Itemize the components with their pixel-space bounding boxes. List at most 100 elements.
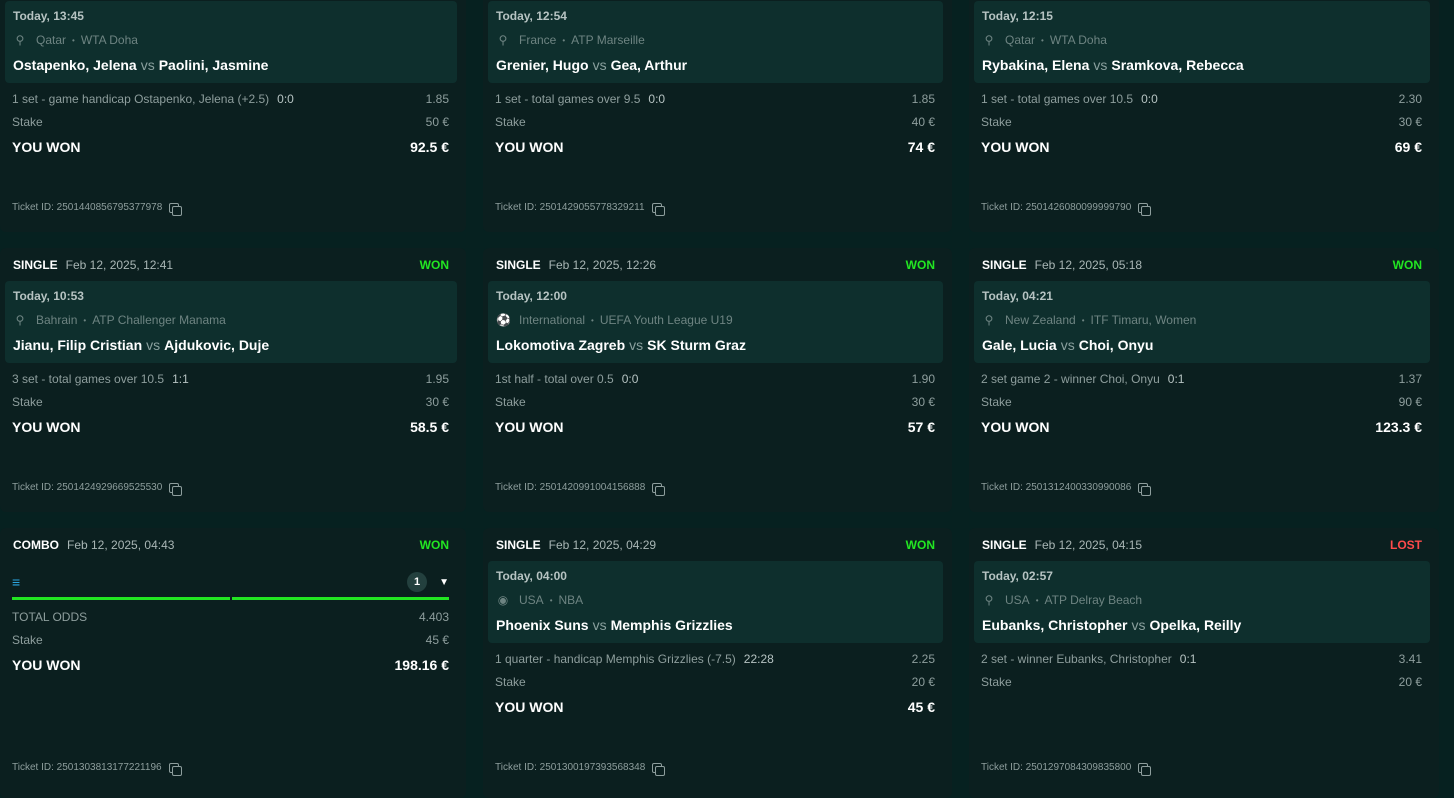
payout-value: 45 €: [907, 699, 935, 715]
bet-card[interactable]: SINGLE Feb 12, 2025, 12:41 WON Today, 10…: [0, 248, 466, 512]
event-league: ⚲ Bahrain • ATP Challenger Manama: [13, 313, 226, 327]
bet-card[interactable]: SINGLE Feb 12, 2025, 05:18 WON Today, 04…: [969, 248, 1439, 512]
ticket-id: Ticket ID: 2501429055778329211: [495, 202, 665, 216]
soccer-ball-icon: ⚽: [496, 313, 511, 327]
market-name: 1 quarter - handicap Memphis Grizzlies (…: [495, 652, 736, 666]
combo-selections-toggle[interactable]: ≡ 1 ▼: [5, 565, 449, 599]
result-label: YOU WON: [981, 419, 1050, 435]
event-teams: Grenier, Hugo vs Gea, Arthur: [496, 57, 687, 73]
market-name: 1 set - game handicap Ostapenko, Jelena …: [12, 92, 270, 106]
event-time: Today, 12:00: [496, 289, 567, 303]
event-league: ⚲ USA • ATP Delray Beach: [982, 593, 1143, 607]
bet-card[interactable]: SINGLE Feb 12, 2025, 04:15 LOST Today, 0…: [969, 528, 1439, 798]
vs-label: vs: [629, 337, 644, 353]
stake-label: Stake: [981, 675, 1012, 689]
bet-card-combo[interactable]: COMBO Feb 12, 2025, 04:43 WON ≡ 1 ▼ TOTA…: [0, 528, 466, 798]
bet-date: Feb 12, 2025, 04:43: [67, 538, 175, 552]
event-country: Bahrain: [36, 313, 78, 327]
bet-card[interactable]: SINGLE Feb 12, 2025, 12:26 WON Today, 12…: [483, 248, 952, 512]
event-league: ⚲ Qatar • WTA Doha: [13, 33, 138, 47]
event-tournament: WTA Doha: [80, 33, 138, 47]
bet-date: Feb 12, 2025, 12:26: [548, 258, 657, 272]
vs-label: vs: [592, 57, 607, 73]
bet-card[interactable]: Today, 12:15 ⚲ Qatar • WTA Doha Rybakina…: [969, 0, 1439, 232]
separator-dot: •: [1041, 35, 1044, 45]
away-team: Ajdukovic, Duje: [164, 337, 270, 353]
event-panel[interactable]: Today, 04:21 ⚲ New Zealand • ITF Timaru,…: [974, 281, 1430, 363]
event-country: Qatar: [1005, 33, 1036, 47]
market-odds: 1.37: [1398, 372, 1422, 386]
payout-line: YOU WON 57 €: [495, 419, 935, 435]
copy-icon[interactable]: [1138, 482, 1152, 496]
ticket-id-text: Ticket ID: 2501424929669525530: [12, 482, 163, 493]
payout-value: 74 €: [907, 139, 935, 155]
chevron-down-icon[interactable]: ▼: [439, 577, 449, 588]
bet-type: SINGLE: [13, 258, 58, 272]
bet-card[interactable]: SINGLE Feb 12, 2025, 04:29 WON Today, 04…: [483, 528, 952, 798]
market-line: 1 set - game handicap Ostapenko, Jelena …: [12, 92, 449, 106]
event-league: ◉ USA • NBA: [496, 593, 583, 607]
stake-label: Stake: [981, 115, 1012, 129]
ticket-id: Ticket ID: 2501297084309835800: [981, 762, 1152, 776]
bet-card[interactable]: Today, 13:45 ⚲ Qatar • WTA Doha Ostapenk…: [0, 0, 466, 232]
separator-dot: •: [591, 315, 594, 325]
away-team: SK Sturm Graz: [647, 337, 746, 353]
event-panel[interactable]: Today, 13:45 ⚲ Qatar • WTA Doha Ostapenk…: [5, 1, 457, 83]
event-country: USA: [519, 593, 544, 607]
ticket-id: Ticket ID: 2501424929669525530: [12, 482, 183, 496]
stake-value: 30 €: [911, 395, 935, 409]
stake-line: Stake 45 €: [12, 633, 449, 647]
stake-label: Stake: [12, 395, 43, 409]
copy-icon[interactable]: [1138, 762, 1152, 776]
market-odds: 1.95: [425, 372, 449, 386]
event-panel[interactable]: Today, 12:15 ⚲ Qatar • WTA Doha Rybakina…: [974, 1, 1430, 83]
event-panel[interactable]: Today, 12:00 ⚽ International • UEFA Yout…: [488, 281, 943, 363]
event-tournament: ATP Delray Beach: [1044, 593, 1143, 607]
copy-icon[interactable]: [169, 202, 183, 216]
event-panel[interactable]: Today, 12:54 ⚲ France • ATP Marseille Gr…: [488, 1, 943, 83]
event-country: International: [519, 313, 586, 327]
event-teams: Lokomotiva Zagreb vs SK Sturm Graz: [496, 337, 746, 353]
copy-icon[interactable]: [1138, 202, 1152, 216]
copy-icon[interactable]: [652, 482, 666, 496]
market-odds: 2.30: [1398, 92, 1422, 106]
separator-dot: •: [549, 595, 553, 605]
result-label: YOU WON: [12, 139, 81, 155]
ticket-id: Ticket ID: 2501420991004156888: [495, 482, 666, 496]
stake-value: 40 €: [911, 115, 935, 129]
event-panel[interactable]: Today, 02:57 ⚲ USA • ATP Delray Beach Eu…: [974, 561, 1430, 643]
event-time: Today, 12:15: [982, 9, 1053, 23]
stake-label: Stake: [12, 633, 43, 647]
stake-label: Stake: [12, 115, 43, 129]
copy-icon[interactable]: [169, 482, 183, 496]
bet-type: SINGLE: [982, 258, 1027, 272]
tennis-icon: ⚲: [15, 313, 25, 327]
payout-value: 69 €: [1394, 139, 1422, 155]
market-line: 1 set - total games over 10.5 0:0 2.30: [981, 92, 1422, 106]
total-odds-line: TOTAL ODDS 4.403: [12, 610, 449, 624]
result-label: YOU WON: [495, 139, 564, 155]
result-label: YOU WON: [12, 657, 81, 673]
copy-icon[interactable]: [168, 762, 182, 776]
event-time: Today, 12:54: [496, 9, 567, 23]
stake-line: Stake 30 €: [12, 395, 449, 409]
copy-icon[interactable]: [652, 762, 666, 776]
market-score: 0:0: [648, 92, 666, 106]
stake-value: 30 €: [1398, 115, 1422, 129]
event-time: Today, 02:57: [982, 569, 1053, 583]
market-name: 3 set - total games over 10.5: [12, 372, 165, 386]
payout-line: YOU WON 198.16 €: [12, 657, 449, 673]
card-header: SINGLE Feb 12, 2025, 05:18 WON: [982, 257, 1422, 273]
market-score: 0:1: [1179, 652, 1197, 666]
status-badge: WON: [905, 258, 935, 272]
bet-date: Feb 12, 2025, 05:18: [1034, 258, 1143, 272]
status-badge: LOST: [1390, 538, 1422, 552]
tennis-icon: ⚲: [984, 33, 994, 47]
ticket-id: Ticket ID: 2501300197393568348: [495, 762, 666, 776]
bet-card[interactable]: Today, 12:54 ⚲ France • ATP Marseille Gr…: [483, 0, 952, 232]
event-panel[interactable]: Today, 04:00 ◉ USA • NBA Phoenix Suns vs M…: [488, 561, 943, 643]
vs-label: vs: [146, 337, 161, 353]
stake-value: 30 €: [425, 395, 449, 409]
copy-icon[interactable]: [651, 202, 665, 216]
event-panel[interactable]: Today, 10:53 ⚲ Bahrain • ATP Challenger …: [5, 281, 457, 363]
